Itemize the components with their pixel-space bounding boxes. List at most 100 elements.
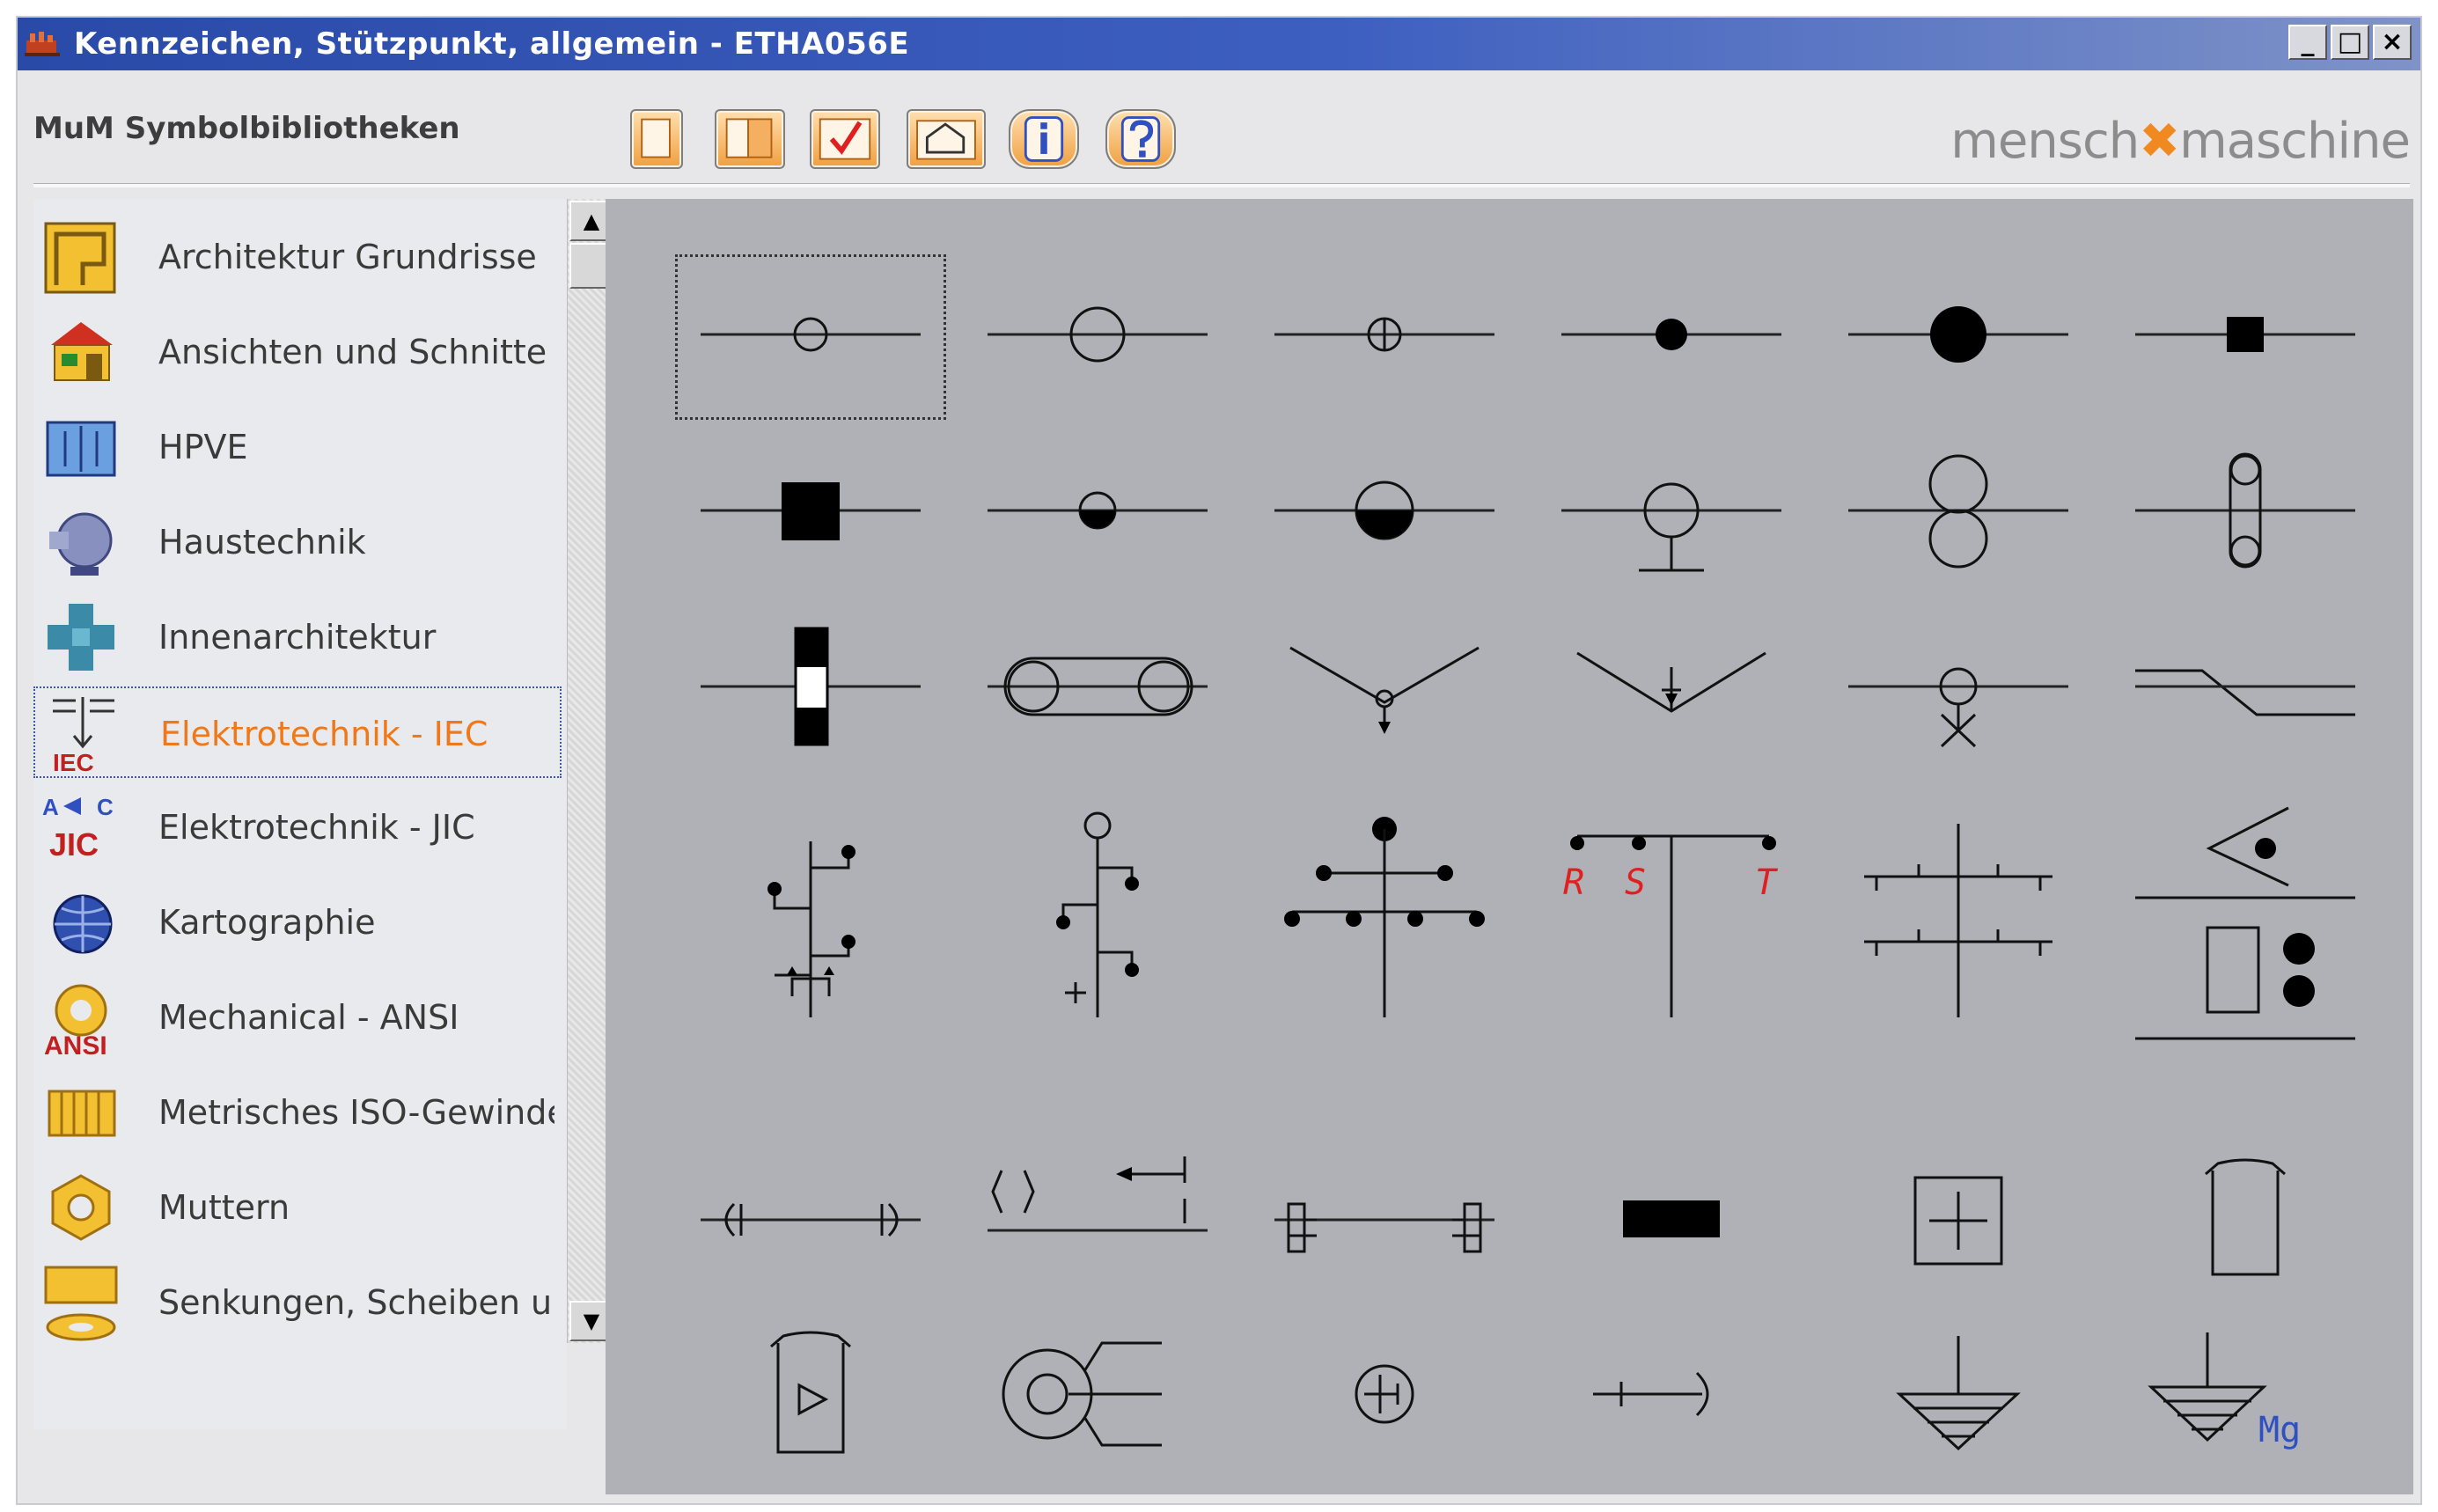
half-filled-large-symbol (1274, 481, 1494, 540)
symbol-cell[interactable] (2109, 253, 2382, 421)
label-r: R (1563, 862, 1584, 903)
branch-contacts-open-symbol (1056, 811, 1139, 1017)
new-sheet-button[interactable] (630, 109, 683, 169)
amplifier-housing-symbol (770, 1331, 851, 1454)
symbol-cell[interactable] (961, 606, 1234, 773)
label-t: T (1755, 862, 1779, 903)
brand-mark: ✖ (2139, 113, 2180, 170)
house-button[interactable] (907, 109, 986, 169)
plug-arc-symbol (1593, 1371, 1709, 1417)
symbol-cell[interactable]: Mg (2109, 1311, 2382, 1479)
symbol-cell[interactable] (2109, 1139, 2382, 1306)
house-icon (51, 322, 113, 381)
symbol-cell[interactable] (1822, 606, 2095, 773)
symbol-cell[interactable] (2109, 606, 2382, 773)
symbol-cell[interactable] (2109, 429, 2382, 597)
node-large-filled-symbol (1848, 306, 2068, 363)
symbol-cell[interactable] (1822, 1139, 2095, 1306)
sidebar-item-kartographie[interactable]: Kartographie (33, 877, 562, 968)
page-button[interactable] (715, 109, 785, 169)
symbol-cell[interactable] (1535, 253, 1808, 421)
sidebar-item-elektrotechnik-iec[interactable]: IEC Elektrotechnik - IEC (33, 686, 562, 778)
title-bar[interactable]: Kennzeichen, Stützpunkt, allgemein - ETH… (18, 18, 2420, 70)
iec-icon: IEC (53, 697, 114, 776)
check-button[interactable] (810, 109, 880, 169)
symbol-cell[interactable] (961, 1139, 1234, 1306)
sidebar-item-mechanical-ansi[interactable]: ANSI Mechanical - ANSI (33, 972, 562, 1063)
sidebar-item-label: Metrisches ISO-Gewinde (158, 1093, 554, 1132)
floorplan-icon (44, 222, 116, 294)
symbol-cell[interactable] (1248, 1139, 1521, 1306)
page-icon (725, 118, 773, 158)
label-mg: Mg (2258, 1410, 2301, 1450)
symbol-cell[interactable] (961, 253, 1234, 421)
coax-connector-symbol (1002, 1341, 1162, 1447)
symbol-cell[interactable] (2109, 780, 2382, 1044)
sidebar-item-senkungen[interactable]: Senkungen, Scheiben und Du (33, 1257, 562, 1348)
symbol-cell[interactable] (674, 1139, 947, 1306)
nut-icon (51, 1174, 111, 1241)
info-button[interactable] (1009, 109, 1079, 169)
symbol-cell[interactable] (1248, 780, 1521, 1044)
ansi-badge: ANSI (44, 1031, 107, 1060)
globe-icon (53, 894, 113, 954)
sidebar-item-iso-gewinde[interactable]: Metrisches ISO-Gewinde (33, 1067, 562, 1158)
thread-icon (48, 1090, 116, 1137)
rail-terminals-symbol (1274, 1202, 1494, 1253)
symbol-cell[interactable] (674, 1311, 947, 1479)
sidebar-item-label: Ansichten und Schnitte (158, 333, 547, 371)
symbol-cell[interactable] (674, 429, 947, 597)
symbol-cell[interactable] (1822, 253, 2095, 421)
furniture-icon (48, 604, 114, 671)
cable-end-symbol (701, 1202, 921, 1237)
symbol-cell[interactable] (674, 253, 947, 421)
detector-and-socket-symbol (2135, 806, 2355, 1040)
sidebar-item-label: Senkungen, Scheiben und Du (158, 1283, 554, 1322)
sidebar-item-hpve[interactable]: HPVE (33, 401, 562, 493)
sidebar-item-innenarchitektur[interactable]: Innenarchitektur (33, 591, 562, 683)
sidebar-item-elektrotechnik-jic[interactable]: A C JIC Elektrotechnik - JIC (33, 782, 562, 873)
help-button[interactable] (1105, 109, 1176, 169)
symbol-cell[interactable] (1535, 1139, 1808, 1306)
jic-badge: JIC (49, 826, 99, 862)
app-window: Kennzeichen, Stützpunkt, allgemein - ETH… (16, 16, 2422, 1505)
symbol-cell[interactable] (1535, 429, 1808, 597)
symbol-cell[interactable] (961, 780, 1234, 1044)
symbol-cell[interactable] (961, 429, 1234, 597)
symbol-grid: RST Mg (606, 199, 2413, 1494)
minimize-button[interactable]: _ (2288, 25, 2327, 60)
node-small-open-symbol (701, 317, 921, 352)
sidebar-item-ansichten[interactable]: Ansichten und Schnitte (33, 306, 562, 398)
symbol-cell[interactable] (674, 606, 947, 773)
symbol-cell[interactable] (1248, 606, 1521, 773)
node-crossed-symbol (1274, 317, 1494, 352)
symbol-cell[interactable] (674, 780, 947, 1044)
sidebar-item-architektur[interactable]: Architektur Grundrisse (33, 211, 562, 303)
close-button[interactable]: × (2373, 25, 2412, 60)
antenna-v-arrow-symbol (1576, 651, 1766, 713)
symbol-cell[interactable] (1822, 1311, 2095, 1479)
washer-icon (44, 1266, 118, 1341)
sidebar-item-muttern[interactable]: Muttern (33, 1162, 562, 1253)
symbol-cell[interactable]: RS T (1535, 780, 1808, 1044)
distribution-tree-symbol (1284, 817, 1485, 1017)
lamp-on-stand-symbol (1561, 482, 1781, 572)
symbol-cell[interactable] (1822, 780, 2095, 1044)
symbol-cell[interactable] (1248, 429, 1521, 597)
symbol-cell[interactable] (1248, 253, 1521, 421)
symbol-cell[interactable] (1248, 1311, 1521, 1479)
hpve-icon (46, 421, 116, 477)
node-filled-symbol (1561, 319, 1781, 350)
symbol-cell[interactable] (1535, 1311, 1808, 1479)
sidebar-item-label: HPVE (158, 428, 248, 466)
symbol-cell[interactable] (1535, 606, 1808, 773)
symbol-cell[interactable] (1822, 429, 2095, 597)
help-icon (1120, 116, 1161, 162)
symbol-cell[interactable] (961, 1311, 1234, 1479)
maximize-button[interactable]: □ (2331, 25, 2369, 60)
sidebar-item-label: Elektrotechnik - IEC (160, 715, 488, 753)
fuse-block-symbol (701, 627, 921, 746)
sidebar-item-haustechnik[interactable]: Haustechnik (33, 496, 562, 588)
node-large-open-symbol (988, 306, 1208, 363)
resistor-filled-symbol (1623, 1200, 1720, 1237)
